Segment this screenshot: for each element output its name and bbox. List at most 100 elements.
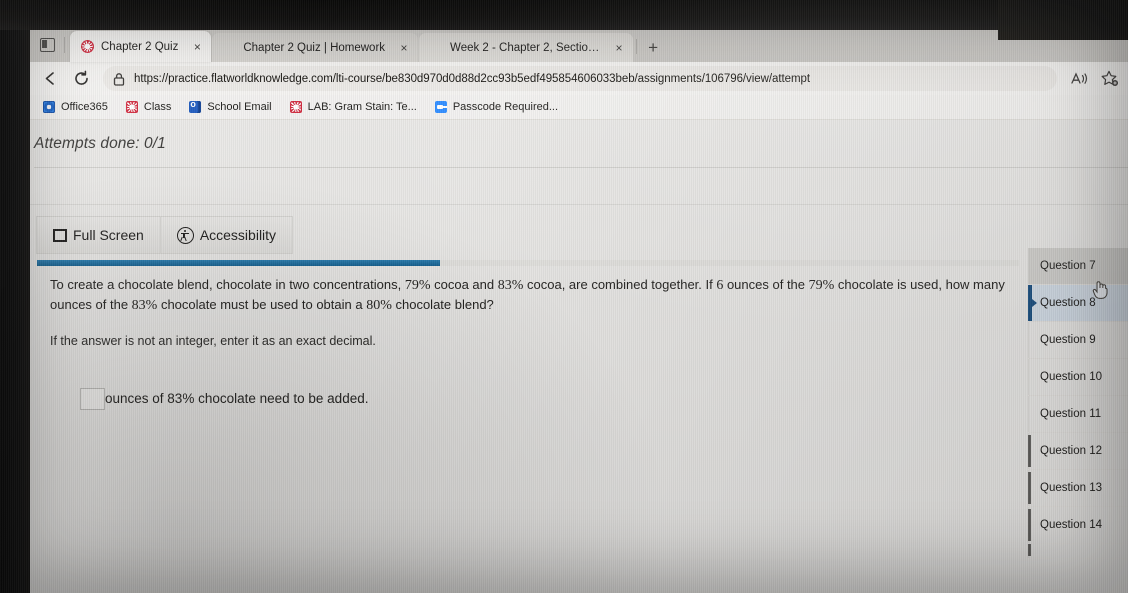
percent-80: 80% [366,297,392,313]
bookmark-class[interactable]: Class [119,99,179,115]
browser-navigation-bar: https://practice.flatworldknowledge.com/… [28,62,1128,95]
question-nav-label: Question 14 [1040,519,1103,531]
question-nav-item-9[interactable]: Question 9 [1028,322,1128,359]
question-nav-item-8[interactable]: Question 8 [1028,285,1128,322]
accessibility-button[interactable]: Accessibility [160,216,294,254]
section-divider [28,204,1128,205]
back-button[interactable] [36,66,64,92]
fullscreen-icon [53,228,67,242]
browser-tab-chapter-2-quiz[interactable]: Chapter 2 Quiz × [70,31,212,62]
screen-photo: Chapter 2 Quiz × Chapter 2 Quiz | Homewo… [0,0,1128,593]
question-nav-label: Question 7 [1040,260,1096,272]
tab-actions-icon [39,38,55,52]
bookmark-label: Passcode Required... [452,101,559,113]
question-nav-item-partial[interactable] [1028,544,1128,559]
percent-79: 79% [808,278,835,293]
zoom-icon [434,101,447,113]
prompt-segment: To create a chocolate blend, chocolate i… [50,277,405,292]
bookmark-label: School Email [207,101,272,113]
reload-icon [74,70,88,85]
percent-83: 83% [497,278,524,293]
percent-83: 83% [131,297,158,313]
address-bar[interactable]: https://practice.flatworldknowledge.com/… [103,66,1057,91]
flatworld-sun-icon [289,101,302,113]
screen-bezel-corner [998,0,1128,40]
browser-tab-chapter-2-quiz-homework[interactable]: Chapter 2 Quiz | Homework × [212,33,419,62]
question-nav-label: Question 10 [1040,371,1103,383]
answer-suffix-post: chocolate need to be added. [194,391,369,407]
bookmark-label: Class [143,101,172,113]
full-screen-label: Full Screen [73,227,144,243]
tab-title: Week 2 - Chapter 2, Section 2.2 [450,41,601,54]
prompt-segment: ounces of the [723,277,809,292]
percent-79: 79% [404,278,431,293]
question-prompt: To create a chocolate blend, chocolate i… [50,276,1020,316]
accessibility-person-icon [176,226,194,244]
question-nav-label: Question 11 [1040,408,1102,420]
lock-icon [113,72,125,86]
question-body: To create a chocolate blend, chocolate i… [50,276,1020,410]
question-nav-label: Question 8 [1040,297,1096,309]
question-nav-item-10[interactable]: Question 10 [1028,359,1128,396]
flatworld-sun-icon [125,101,138,113]
dash-icon [223,41,236,54]
quiz-progress-bar [37,260,1019,266]
tabstrip-divider [64,37,65,53]
question-nav-item-13[interactable]: Question 13 [1028,470,1128,507]
tabstrip-divider [636,39,638,54]
omnibox-actions [1060,70,1120,87]
bookmark-lab-gram-stain[interactable]: LAB: Gram Stain: Te... [283,99,424,115]
back-arrow-icon [45,72,54,85]
answer-suffix-pre: ounces of [105,391,168,407]
quiz-progress-fill [37,260,440,266]
answer-suffix: ounces of 83% chocolate need to be added… [105,391,368,406]
answer-input[interactable] [80,387,105,410]
header-divider [34,167,1128,168]
attempts-status: Attempts done: 0/1 [34,135,166,152]
bookmark-label: Office365 [61,101,108,113]
full-screen-button[interactable]: Full Screen [36,216,161,254]
bookmarks-bar: Office365 Class School Email LAB: Gram S… [28,95,1128,120]
prompt-segment: cocoa and [430,277,498,292]
bookmark-school-email[interactable]: School Email [182,99,278,115]
question-nav-item-7[interactable]: Question 7 [1028,248,1128,285]
tab-actions-button[interactable] [32,28,62,62]
screen-bezel-top [0,0,1128,30]
office365-icon [43,101,55,113]
quiz-toolbar: Full Screen Accessibility [36,216,294,254]
prompt-segment: chocolate blend? [391,296,494,312]
new-tab-button[interactable]: + [640,34,666,62]
reload-button[interactable] [67,66,95,92]
question-nav-label: Question 12 [1040,445,1103,457]
page-viewport: Attempts done: 0/1 Full Screen Accessibi… [28,120,1128,593]
screen-bezel-left [0,0,30,593]
accessibility-label: Accessibility [199,227,277,243]
question-nav-item-14[interactable]: Question 14 [1028,507,1128,544]
browser-window: Chapter 2 Quiz × Chapter 2 Quiz | Homewo… [28,28,1128,593]
address-bar-url: https://practice.flatworldknowledge.com/… [134,72,811,85]
flatworld-sun-icon [81,40,94,53]
dash-icon [430,41,443,54]
question-nav-item-12[interactable]: Question 12 [1028,433,1128,470]
question-nav-item-11[interactable]: Question 11 [1028,396,1128,433]
close-icon[interactable]: × [611,40,627,56]
question-nav-label: Question 13 [1040,482,1103,494]
mouse-cursor-pointer [1092,279,1110,299]
bookmark-passcode-required[interactable]: Passcode Required... [428,99,565,115]
close-icon[interactable]: × [396,40,412,56]
close-icon[interactable]: × [189,39,205,55]
question-hint: If the answer is not an integer, enter i… [50,333,376,348]
answer-row: ounces of 83% chocolate need to be added… [50,387,1020,410]
read-aloud-icon[interactable] [1070,71,1089,86]
prompt-segment: cocoa, are combined together. If [523,277,717,292]
tab-title: Chapter 2 Quiz [101,40,179,53]
browser-tab-strip: Chapter 2 Quiz × Chapter 2 Quiz | Homewo… [28,28,1128,62]
tab-title: Chapter 2 Quiz | Homework [243,41,386,54]
bookmark-label: LAB: Gram Stain: Te... [307,101,417,113]
bookmark-office365[interactable]: Office365 [36,99,115,115]
prompt-segment: chocolate must be used to obtain a [157,296,367,312]
percent-83: 83% [167,391,195,407]
browser-tab-week-2-section-2-2[interactable]: Week 2 - Chapter 2, Section 2.2 × [419,33,634,62]
add-to-favorites-icon[interactable] [1101,70,1120,87]
quiz-page: Attempts done: 0/1 Full Screen Accessibi… [28,120,1128,593]
